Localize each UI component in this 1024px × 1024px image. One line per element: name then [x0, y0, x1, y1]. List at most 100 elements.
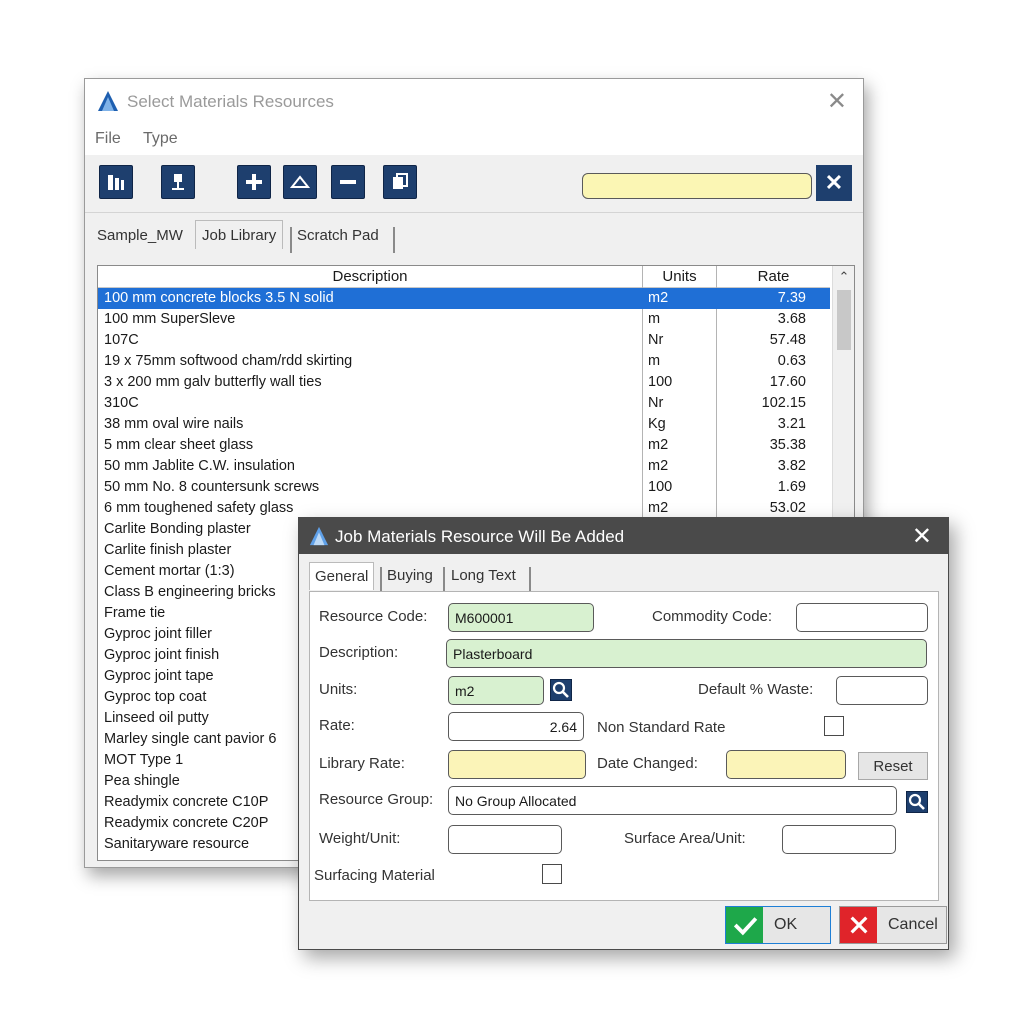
cell-description: Sanitaryware resource [104, 836, 250, 852]
tab-divider [443, 567, 445, 591]
search-input[interactable] [582, 173, 812, 199]
add-resource-dialog: Job Materials Resource Will Be Added ✕ G… [298, 517, 949, 950]
surfacing-material-checkbox[interactable] [542, 864, 562, 884]
cell-units: Nr [648, 332, 664, 348]
remove-button[interactable] [331, 165, 365, 199]
tab-buying[interactable]: Buying [387, 567, 433, 584]
scroll-thumb[interactable] [837, 290, 851, 350]
table-row[interactable]: 50 mm Jablite C.W. insulation m2 3.82 [98, 456, 830, 477]
add-button[interactable] [237, 165, 271, 199]
table-row[interactable]: 107C Nr 57.48 [98, 330, 830, 351]
table-row[interactable]: 5 mm clear sheet glass m2 35.38 [98, 435, 830, 456]
table-row[interactable]: 310C Nr 102.15 [98, 393, 830, 414]
ok-button[interactable]: OK [725, 906, 831, 944]
default-waste-label: Default % Waste: [698, 681, 814, 698]
weight-unit-field[interactable] [448, 825, 562, 854]
checkmark-icon [726, 907, 763, 943]
cell-description: 6 mm toughened safety glass [104, 500, 294, 516]
cancel-label: Cancel [888, 916, 938, 933]
cell-description: Linseed oil putty [104, 710, 209, 726]
tab-divider [393, 227, 395, 253]
commodity-code-field[interactable] [796, 603, 928, 632]
tab-sample-mw[interactable]: Sample_MW [97, 227, 183, 244]
cancel-button[interactable]: Cancel [839, 906, 947, 944]
cell-description: 50 mm No. 8 countersunk screws [104, 479, 320, 495]
pin-button[interactable] [161, 165, 195, 199]
table-row[interactable]: 100 mm concrete blocks 3.5 N solid m2 7.39 [98, 288, 830, 309]
cell-units: m2 [648, 500, 669, 516]
column-header-description[interactable]: Description [98, 268, 642, 285]
table-row[interactable]: 100 mm SuperSleve m 3.68 [98, 309, 830, 330]
cell-rate: 3.68 [777, 311, 806, 327]
dialog-titlebar: Job Materials Resource Will Be Added ✕ [299, 518, 948, 554]
table-row[interactable]: 38 mm oval wire nails Kg 3.21 [98, 414, 830, 435]
cell-description: 310C [104, 395, 139, 411]
general-panel: Resource Code: Commodity Code: Descripti… [309, 591, 939, 901]
cell-description: 50 mm Jablite C.W. insulation [104, 458, 295, 474]
tab-long-text[interactable]: Long Text [451, 567, 516, 584]
magnifier-icon [908, 793, 925, 810]
main-window-title: Select Materials Resources [127, 92, 334, 111]
tab-job-library[interactable]: Job Library [195, 220, 284, 249]
tab-general[interactable]: General [309, 562, 375, 590]
cell-rate: 57.48 [769, 332, 806, 348]
cell-description: Gyproc joint filler [104, 626, 212, 642]
resource-group-lookup-button[interactable] [906, 791, 928, 813]
non-standard-rate-checkbox[interactable] [824, 716, 844, 736]
table-header: Description Units Rate [98, 266, 830, 288]
column-header-rate[interactable]: Rate [717, 268, 830, 285]
cell-description: Gyproc joint finish [104, 647, 220, 663]
table-row[interactable]: 50 mm No. 8 countersunk screws 100 1.69 [98, 477, 830, 498]
cell-description: Gyproc joint tape [104, 668, 214, 684]
library-select-button[interactable] [99, 165, 133, 199]
units-field[interactable] [448, 676, 544, 705]
reset-button[interactable]: Reset [858, 752, 928, 780]
rate-field[interactable] [448, 712, 584, 741]
weight-unit-label: Weight/Unit: [319, 830, 401, 847]
scroll-up-icon[interactable]: ⌃ [833, 266, 854, 288]
table-row[interactable]: 19 x 75mm softwood cham/rdd skirting m 0.6… [98, 351, 830, 372]
units-lookup-button[interactable] [550, 679, 572, 701]
cell-description: 107C [104, 332, 139, 348]
edit-button[interactable] [283, 165, 317, 199]
surface-area-unit-field[interactable] [782, 825, 896, 854]
copy-icon [393, 173, 408, 189]
library-tabs: Sample_MW Job Library Scratch Pad [85, 214, 863, 254]
date-changed-label: Date Changed: [597, 755, 698, 772]
cell-description: Pea shingle [104, 773, 180, 789]
resource-code-label: Resource Code: [319, 608, 428, 625]
date-changed-field [726, 750, 846, 779]
cell-rate: 17.60 [769, 374, 806, 390]
resource-code-field[interactable] [448, 603, 594, 632]
surface-area-unit-label: Surface Area/Unit: [624, 830, 746, 847]
cell-rate: 102.15 [761, 395, 806, 411]
column-header-units[interactable]: Units [643, 268, 716, 285]
description-field[interactable] [446, 639, 927, 668]
table-row[interactable]: 3 x 200 mm galv butterfly wall ties 100 17… [98, 372, 830, 393]
units-label: Units: [319, 681, 358, 698]
table-row[interactable]: 6 mm toughened safety glass m2 53.02 [98, 498, 830, 519]
cell-description: Readymix concrete C20P [104, 815, 269, 831]
cell-rate: 35.38 [769, 437, 806, 453]
menu-type[interactable]: Type [143, 130, 178, 148]
dialog-close-button[interactable]: ✕ [912, 522, 932, 551]
cell-units: m2 [648, 458, 669, 474]
tab-divider [290, 227, 292, 253]
cell-description: Class B engineering bricks [104, 584, 276, 600]
cell-units: Nr [648, 395, 664, 411]
main-close-button[interactable]: ✕ [827, 87, 847, 116]
cell-description: 38 mm oval wire nails [104, 416, 244, 432]
resource-group-field[interactable] [448, 786, 897, 815]
clear-search-button[interactable]: ✕ [816, 165, 852, 201]
cell-rate: 3.21 [777, 416, 806, 432]
copy-button[interactable] [383, 165, 417, 199]
tab-scratch-pad[interactable]: Scratch Pad [297, 227, 379, 244]
menu-file[interactable]: File [95, 130, 121, 148]
default-waste-field[interactable] [836, 676, 928, 705]
cross-icon [840, 907, 877, 943]
toolbar: ✕ [85, 155, 863, 213]
description-label: Description: [319, 644, 399, 661]
app-logo-icon [98, 91, 118, 111]
cell-description: 3 x 200 mm galv butterfly wall ties [104, 374, 322, 390]
cell-units: m [648, 353, 661, 369]
